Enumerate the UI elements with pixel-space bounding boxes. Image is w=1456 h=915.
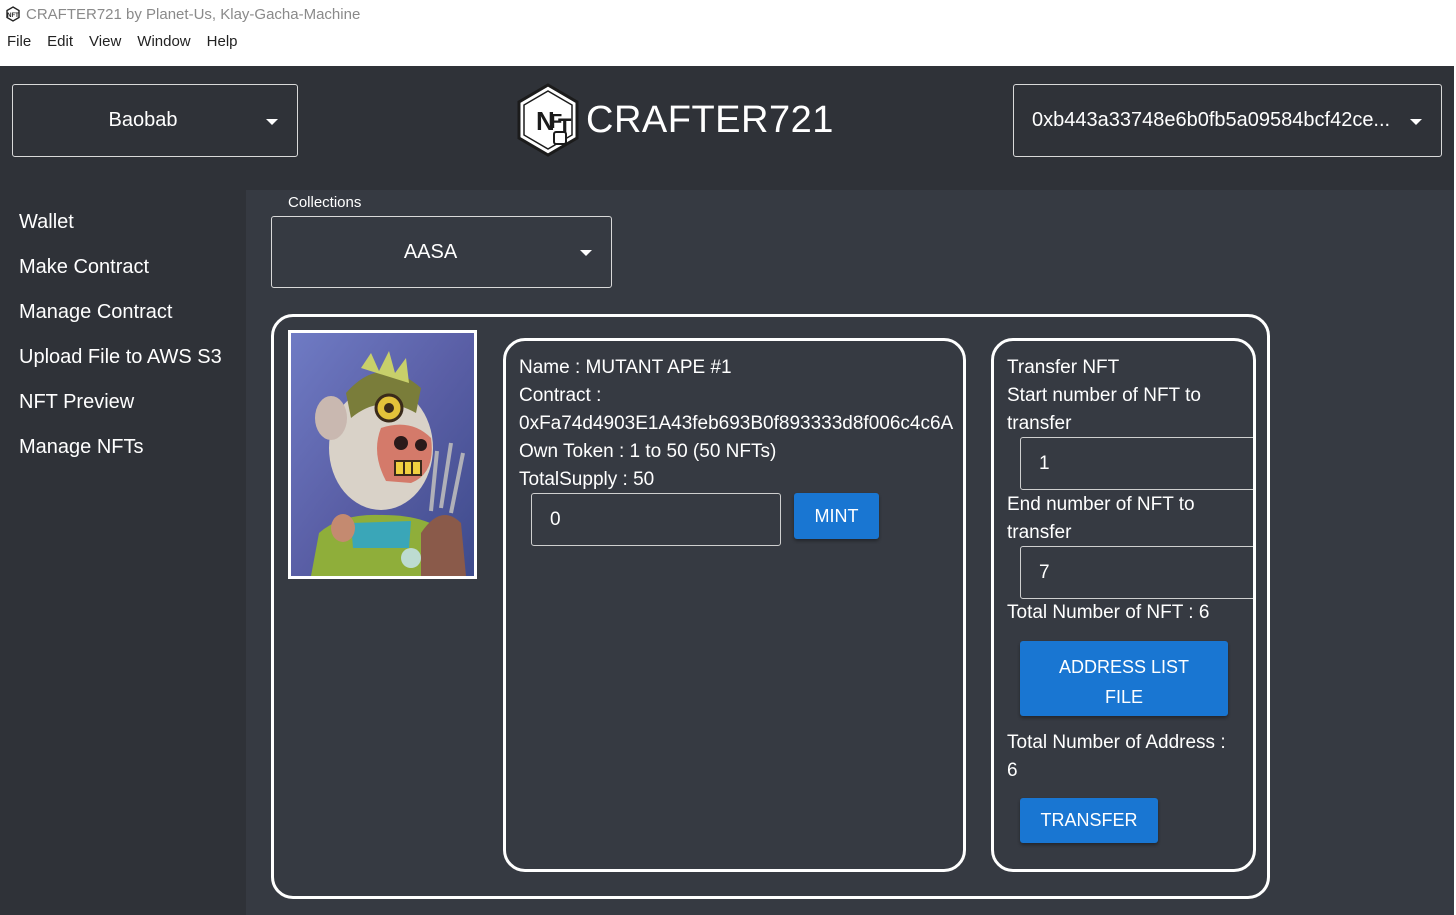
account-select-value: 0xb443a33748e6b0fb5a09584bcf42ce... (1032, 109, 1391, 131)
contract-address: 0xFa74d4903E1A43feb693B0f893333d8f006c4c… (519, 413, 954, 434)
end-number-input[interactable] (1020, 546, 1253, 599)
total-address-count-value: 6 (1007, 760, 1018, 781)
collection-select-value: AASA (403, 240, 458, 263)
nft-detail-card: Name : MUTANT APE #1 Contract : 0xFa74d4… (271, 314, 1270, 899)
end-number-label-2: transfer (1007, 522, 1072, 543)
brand: N F T CRAFTER721 (514, 82, 834, 158)
sidebar-item-make-contract[interactable]: Make Contract (19, 256, 149, 279)
total-address-count: Total Number of Address : (1007, 732, 1226, 753)
sidebar-item-wallet[interactable]: Wallet (19, 211, 74, 234)
network-select-value: Baobab (108, 109, 178, 131)
transfer-nft-card: Transfer NFT Start number of NFT to tran… (991, 338, 1256, 872)
menu-bar: File Edit View Window Help (0, 28, 1456, 54)
address-list-file-button-label: ADDRESS LIST (1058, 656, 1190, 677)
nft-name: Name : MUTANT APE #1 (519, 357, 732, 378)
network-select[interactable]: Baobab (12, 84, 298, 157)
chevron-down-icon (580, 250, 592, 256)
chevron-down-icon (1410, 119, 1422, 125)
sidebar-item-manage-contract[interactable]: Manage Contract (19, 301, 172, 324)
menu-view[interactable]: View (81, 33, 129, 50)
chevron-down-icon (266, 119, 278, 125)
header: Baobab N F T CRAFTER721 0xb443a33748e6b0… (0, 66, 1454, 190)
sidebar-item-upload-s3[interactable]: Upload File to AWS S3 (19, 346, 222, 369)
menu-edit[interactable]: Edit (39, 33, 81, 50)
mint-amount-input[interactable] (531, 493, 781, 546)
end-number-label: End number of NFT to (1007, 494, 1195, 515)
transfer-button[interactable]: TRANSFER (1020, 798, 1158, 843)
collections-label: Collections (288, 194, 362, 211)
main-content: Collections AASA Name: MUTANT APE #1 Co… (246, 190, 1454, 915)
collection-select[interactable]: AASA (271, 216, 612, 288)
menu-window[interactable]: Window (129, 33, 198, 50)
address-list-file-button[interactable]: ADDRESS LIST FILE (1020, 641, 1228, 716)
total-nft-count: Total Number of NFT : 6 (1007, 602, 1210, 623)
own-token: Own Token : 1 to 50 (50 NFTs) (519, 441, 777, 462)
nft-info-card: Name : MUTANT APE #1 Contract : 0xFa74d4… (503, 338, 966, 872)
nft-logo-icon: N F T (517, 83, 579, 157)
contract-label: Contract : (519, 385, 602, 406)
transfer-title: Transfer NFT (1007, 357, 1120, 378)
window-title: CRAFTER721 by Planet-Us, Klay-Gacha-Mach… (26, 5, 361, 23)
menu-file[interactable]: File (0, 33, 39, 50)
window-title-bar: NFT CRAFTER721 by Planet-Us, Klay-Gacha-… (0, 0, 1456, 28)
app-logo-icon: NFT (4, 5, 22, 23)
nft-preview-image (288, 330, 477, 579)
sidebar: Wallet Make Contract Manage Contract Upl… (0, 190, 246, 915)
total-supply: TotalSupply : 50 (519, 469, 655, 490)
account-select[interactable]: 0xb443a33748e6b0fb5a09584bcf42ce... (1013, 84, 1442, 157)
sidebar-item-nft-preview[interactable]: NFT Preview (19, 391, 134, 414)
sidebar-item-manage-nfts[interactable]: Manage NFTs (19, 436, 144, 459)
menu-help[interactable]: Help (199, 33, 246, 50)
start-number-label-2: transfer (1007, 413, 1072, 434)
app-root: Baobab N F T CRAFTER721 0xb443a33748e6b0… (0, 66, 1454, 915)
start-number-label: Start number of NFT to (1007, 385, 1201, 406)
brand-title: CRAFTER721 (586, 98, 834, 141)
svg-text:NFT: NFT (7, 13, 19, 19)
mint-button[interactable]: MINT (794, 493, 879, 539)
address-list-file-button-label-2: FILE (1104, 686, 1143, 707)
start-number-input[interactable] (1020, 437, 1253, 490)
